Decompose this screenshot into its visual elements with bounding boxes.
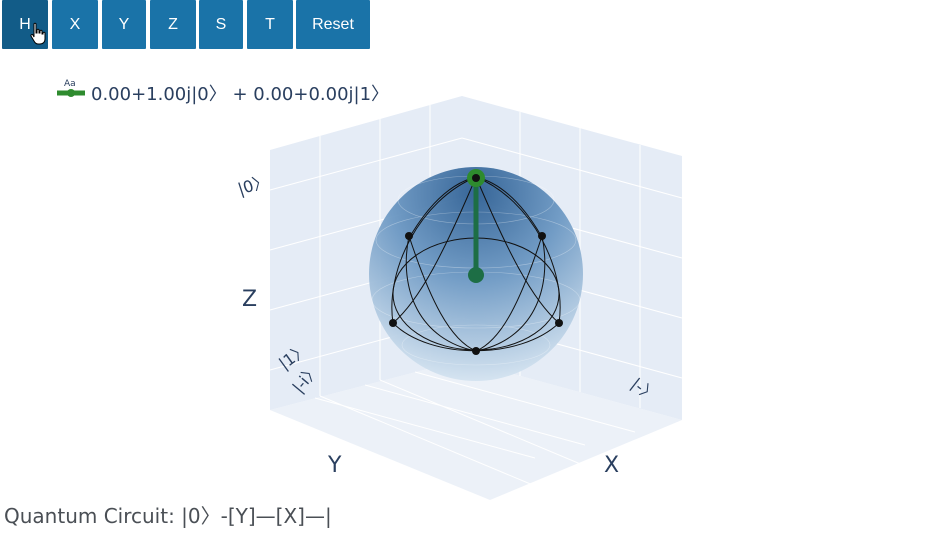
legend-trace-icon: Aa	[57, 79, 85, 97]
legend-icon-text: Aa	[64, 79, 76, 89]
z-axis-title: Z	[242, 287, 257, 312]
bloch-sphere-scene[interactable]: Z Y X |0〉 |1〉 |-i〉 |-〉	[0, 60, 940, 500]
legend-state-label: 0.00+1.00j|0〉 + 0.00+0.00j|1〉	[91, 84, 390, 105]
z-gate-button[interactable]: Z	[150, 0, 196, 49]
reset-button[interactable]: Reset	[296, 0, 370, 49]
y-gate-button[interactable]: Y	[102, 0, 146, 49]
x-axis-title: X	[604, 453, 619, 478]
circuit-text: Quantum Circuit: |0〉-[Y]—[X]—|	[4, 504, 332, 528]
t-gate-button[interactable]: T	[247, 0, 293, 49]
basis-label-zero: |0〉	[235, 171, 271, 199]
x-gate-button[interactable]: X	[52, 0, 98, 49]
hand-cursor-icon	[30, 22, 46, 45]
y-axis-title: Y	[327, 453, 342, 478]
s-gate-button[interactable]: S	[199, 0, 243, 49]
